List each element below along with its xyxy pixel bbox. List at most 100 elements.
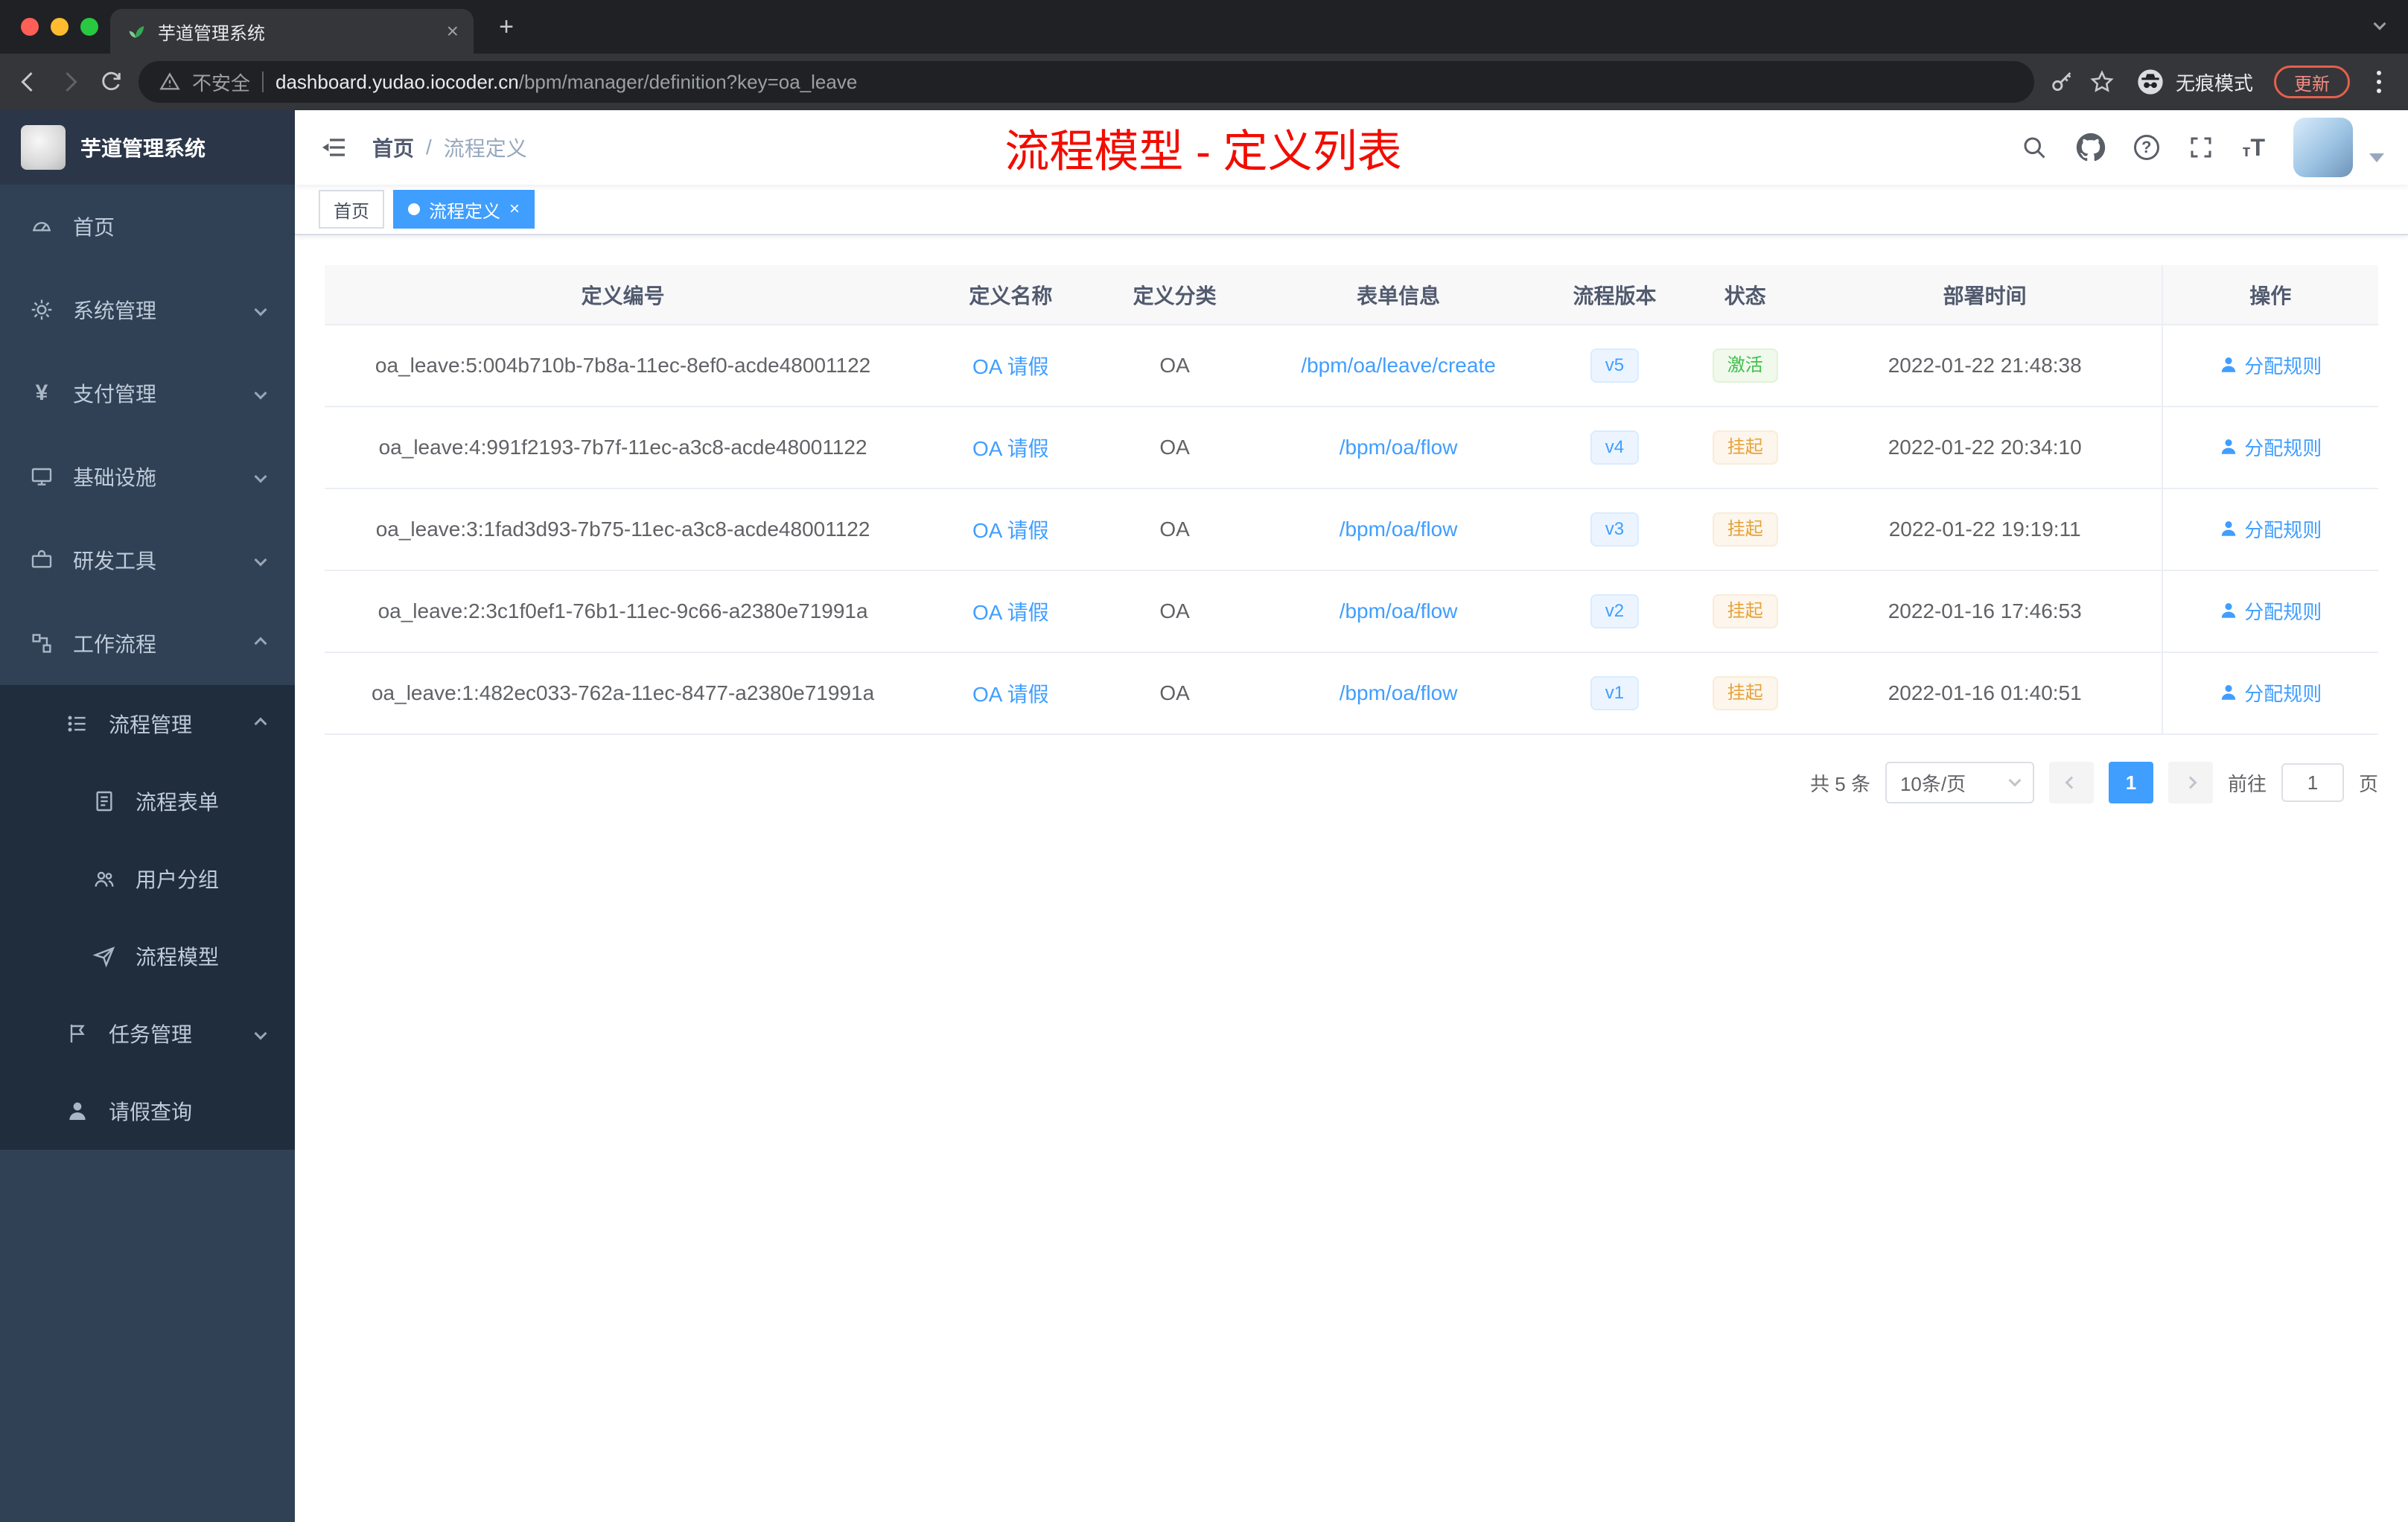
user-icon	[2222, 357, 2236, 372]
deploy-time: 2022-01-22 20:34:10	[1808, 407, 2162, 489]
prev-page-button[interactable]	[2048, 762, 2094, 803]
assign-rule-link[interactable]: 分配规则	[2219, 597, 2322, 625]
goto-page-input[interactable]	[2281, 763, 2344, 802]
new-tab-button[interactable]	[491, 12, 521, 42]
assign-rule-link[interactable]: 分配规则	[2219, 433, 2322, 461]
definition-category: OA	[1100, 407, 1249, 489]
browser-menu-kebab-icon[interactable]	[2377, 80, 2381, 84]
security-label: 不安全	[192, 71, 251, 95]
tag-close-icon[interactable]	[509, 200, 520, 218]
sidebar-item-label: 研发工具	[73, 550, 157, 573]
bookmark-star-icon[interactable]	[2089, 69, 2115, 95]
tag-home[interactable]: 首页	[319, 190, 384, 229]
next-page-button[interactable]	[2167, 762, 2213, 803]
search-icon[interactable]	[2021, 134, 2048, 161]
sidebar-item-process-management[interactable]: 流程管理	[0, 685, 295, 762]
workflow-submenu: 流程管理 流程表单 用户分组 流程模型 任务管理 请假查询	[0, 685, 295, 1150]
logo-image	[21, 125, 66, 170]
version-badge[interactable]: v4	[1590, 430, 1640, 465]
status-badge: 激活	[1712, 348, 1778, 383]
breadcrumb: 首页 / 流程定义	[372, 133, 527, 162]
definition-name-link[interactable]: OA 请假	[972, 437, 1049, 460]
tab-search-chevron-icon[interactable]	[2373, 17, 2386, 31]
sidebar-item-label: 支付管理	[73, 383, 157, 406]
form-info-link[interactable]: /bpm/oa/flow	[1340, 436, 1458, 459]
definition-name-link[interactable]: OA 请假	[972, 519, 1049, 542]
definition-name-link[interactable]: OA 请假	[972, 683, 1049, 706]
version-badge[interactable]: v1	[1590, 676, 1640, 710]
sidebar-item-task-management[interactable]: 任务管理	[0, 995, 295, 1072]
reload-icon[interactable]	[98, 69, 124, 95]
form-info-link[interactable]: /bpm/oa/leave/create	[1301, 354, 1496, 377]
sidebar-toggle-icon[interactable]	[319, 133, 348, 162]
sidebar-item-leave-query[interactable]: 请假查询	[0, 1072, 295, 1150]
page-size-select[interactable]: 10条/页	[1885, 762, 2034, 803]
goto-unit: 页	[2358, 772, 2378, 795]
status-badge: 挂起	[1712, 430, 1778, 465]
form-info-link[interactable]: /bpm/oa/flow	[1340, 518, 1458, 541]
help-icon[interactable]	[2133, 135, 2159, 160]
column-header: 定义名称	[921, 265, 1101, 325]
sidebar-item-label: 工作流程	[73, 633, 157, 656]
table-row: oa_leave:2:3c1f0ef1-76b1-11ec-9c66-a2380…	[325, 570, 2378, 653]
assign-rule-link[interactable]: 分配规则	[2219, 351, 2322, 379]
assign-rule-link[interactable]: 分配规则	[2219, 679, 2322, 707]
definition-category: OA	[1100, 488, 1249, 571]
status-badge: 挂起	[1712, 594, 1778, 628]
sidebar-item-label: 首页	[73, 216, 115, 239]
version-badge[interactable]: v5	[1590, 348, 1640, 383]
column-header: 表单信息	[1249, 265, 1548, 325]
minimize-window-button[interactable]	[51, 18, 69, 36]
form-info-link[interactable]: /bpm/oa/flow	[1340, 599, 1458, 623]
version-badge[interactable]: v3	[1590, 512, 1640, 547]
sidebar-item-process-form[interactable]: 流程表单	[0, 762, 295, 840]
form-info-link[interactable]: /bpm/oa/flow	[1340, 681, 1458, 704]
sidebar-item-devtools[interactable]: 研发工具	[0, 518, 295, 602]
status-badge: 挂起	[1712, 676, 1778, 710]
close-window-button[interactable]	[21, 18, 39, 36]
forward-icon[interactable]	[57, 69, 83, 95]
column-header: 部署时间	[1808, 265, 2162, 325]
sidebar-item-user-group[interactable]: 用户分组	[0, 840, 295, 917]
chevron-down-icon	[2008, 774, 2022, 787]
sidebar-item-infrastructure[interactable]: 基础设施	[0, 435, 295, 518]
maximize-window-button[interactable]	[80, 18, 98, 36]
definition-category: OA	[1100, 652, 1249, 735]
deploy-time: 2022-01-22 21:48:38	[1808, 325, 2162, 407]
tag-process-definition[interactable]: 流程定义	[393, 190, 535, 229]
logo-title: 芋道管理系统	[80, 137, 206, 160]
version-badge[interactable]: v2	[1590, 594, 1640, 628]
assign-rule-link[interactable]: 分配规则	[2219, 515, 2322, 543]
back-icon[interactable]	[15, 69, 42, 95]
sidebar-item-process-model[interactable]: 流程模型	[0, 917, 295, 995]
url-bar[interactable]: 不安全 dashboard.yudao.iocoder.cn/bpm/manag…	[138, 61, 2034, 103]
avatar-caret-icon[interactable]	[2369, 153, 2384, 162]
sidebar-item-system[interactable]: 系统管理	[0, 268, 295, 351]
url-domain: dashboard.yudao.iocoder.cn	[275, 70, 519, 93]
breadcrumb-current: 流程定义	[443, 137, 527, 160]
definition-name-link[interactable]: OA 请假	[972, 601, 1049, 624]
sidebar-item-payment[interactable]: 支付管理	[0, 351, 295, 435]
browser-update-button[interactable]: 更新	[2274, 66, 2350, 98]
breadcrumb-home[interactable]: 首页	[372, 133, 414, 162]
github-icon[interactable]	[2076, 133, 2106, 162]
sidebar-item-home[interactable]: 首页	[0, 185, 295, 268]
tab-favicon	[129, 26, 144, 38]
sidebar-logo[interactable]: 芋道管理系统	[0, 110, 295, 185]
definition-name-link[interactable]: OA 请假	[972, 355, 1049, 378]
page-number-button[interactable]: 1	[2108, 762, 2153, 803]
sidebar-item-label: 基础设施	[73, 466, 157, 489]
sidebar-item-workflow[interactable]: 工作流程	[0, 602, 295, 685]
user-icon	[2222, 521, 2236, 536]
page-annotation-title: 流程模型 - 定义列表	[1004, 126, 1402, 176]
browser-tab[interactable]: 芋道管理系统	[110, 9, 474, 54]
definition-category: OA	[1100, 570, 1249, 653]
table-row: oa_leave:1:482ec033-762a-11ec-8477-a2380…	[325, 652, 2378, 735]
deploy-time: 2022-01-16 17:46:53	[1808, 570, 2162, 653]
password-key-icon[interactable]	[2049, 69, 2074, 95]
fullscreen-icon[interactable]	[2188, 134, 2214, 161]
font-size-icon[interactable]	[2243, 136, 2265, 159]
tab-close-icon[interactable]	[447, 21, 459, 42]
tab-title: 芋道管理系统	[158, 23, 265, 44]
user-avatar[interactable]	[2293, 118, 2353, 177]
